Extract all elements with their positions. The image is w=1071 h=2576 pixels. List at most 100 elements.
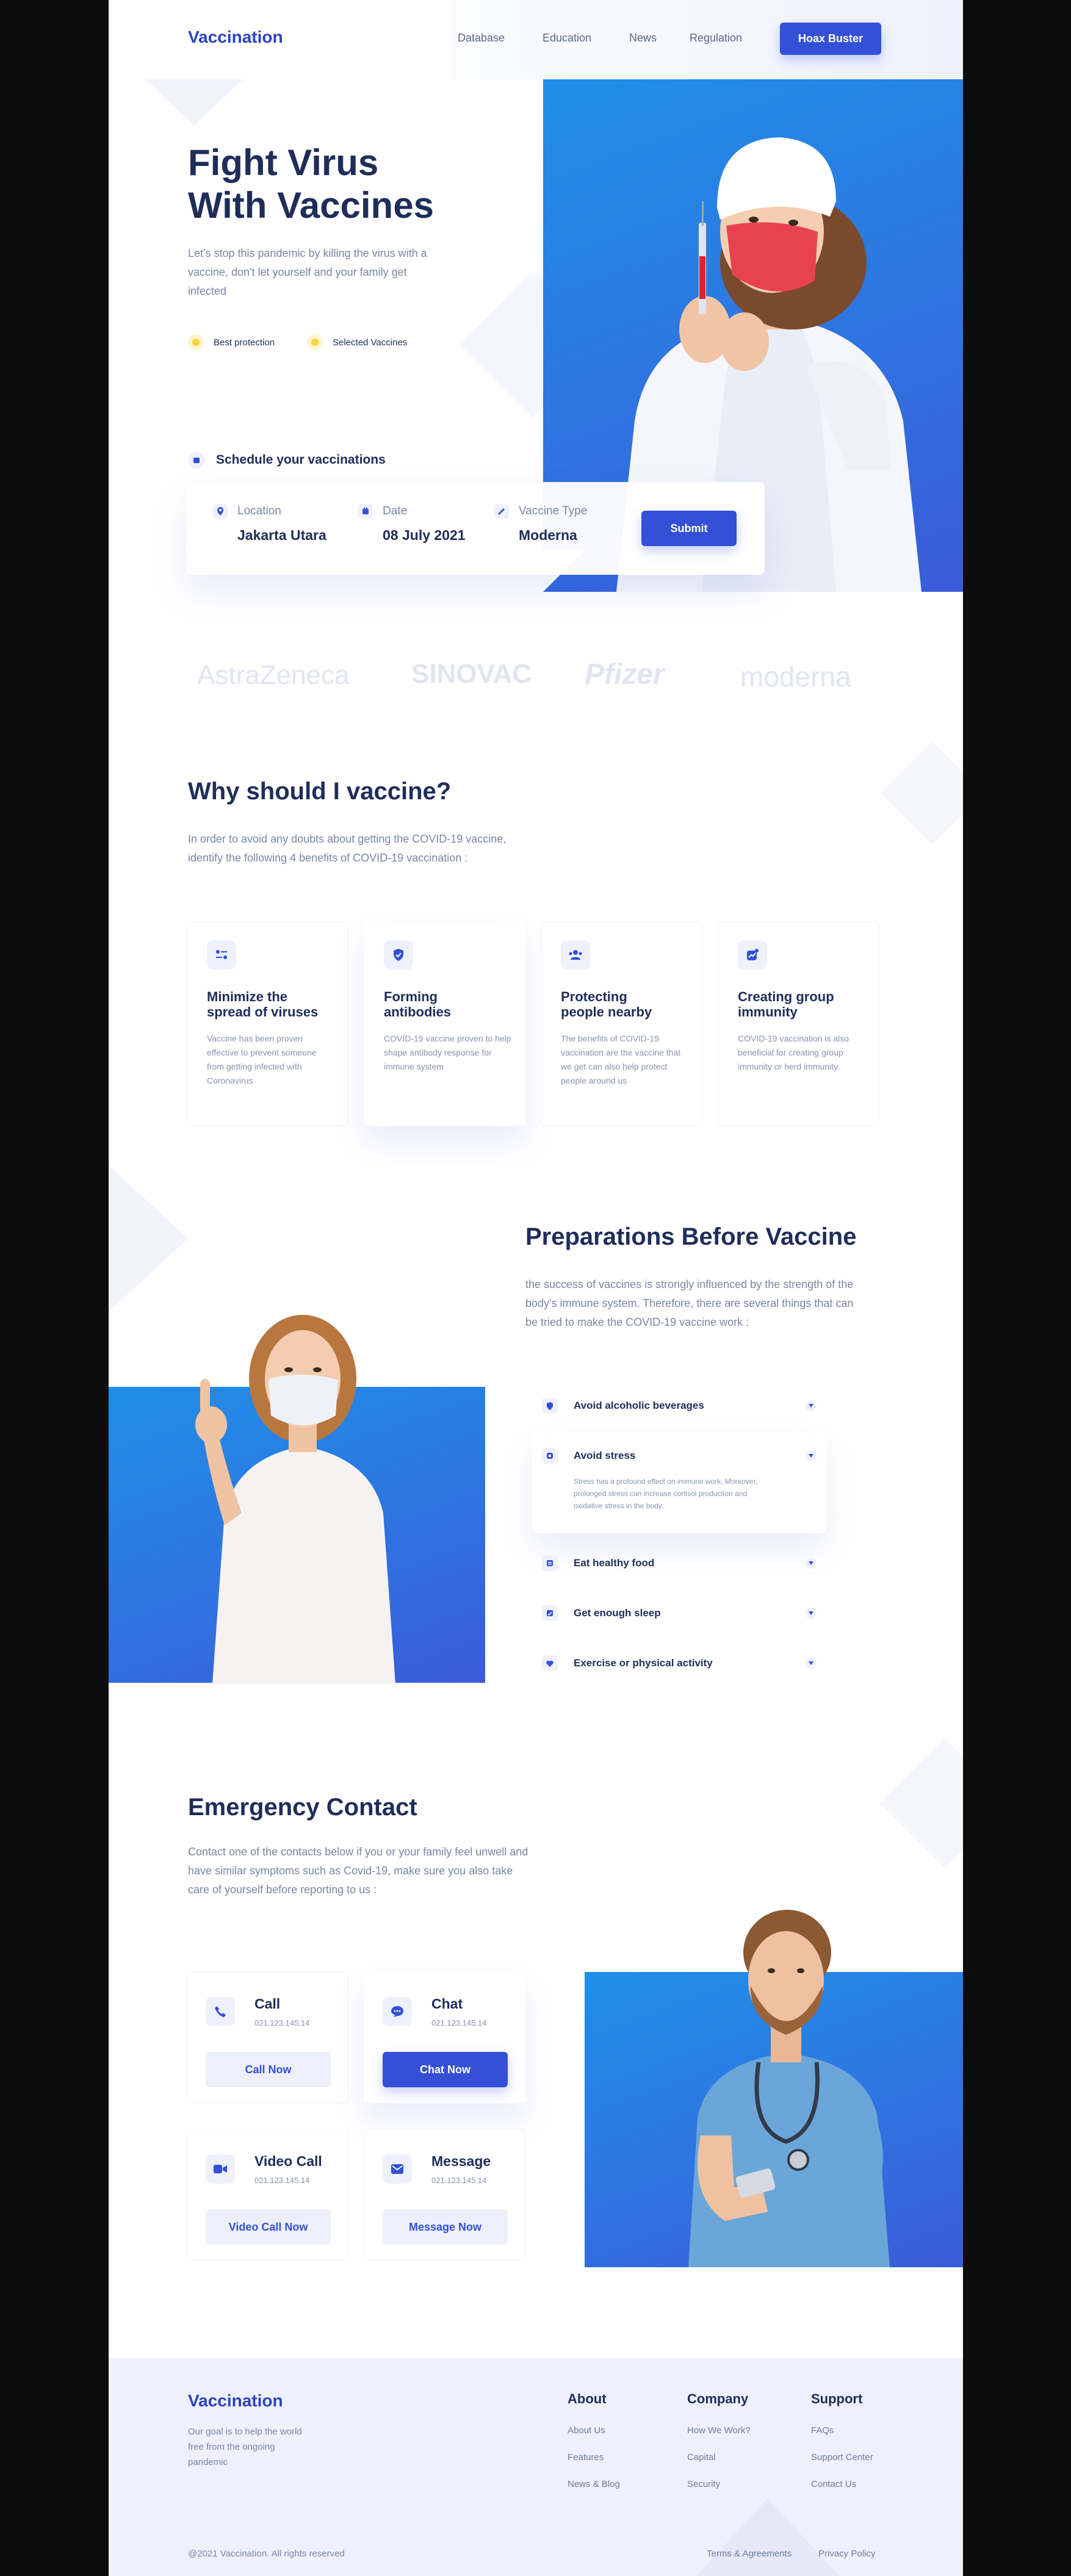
prep-description: the success of vaccines is strongly infl… <box>525 1278 854 1328</box>
shield-check-icon <box>384 940 413 970</box>
footer-link-news-blog[interactable]: News & Blog <box>568 2479 620 2489</box>
benefit-text: COVID-19 vaccination is also beneficial … <box>738 1034 849 1071</box>
footer-link-support-center[interactable]: Support Center <box>811 2452 873 2463</box>
badge-label: Best protection <box>214 337 275 348</box>
contact-card-message: Message 021.123.145.14 Message Now <box>364 2129 525 2261</box>
video-call-now-button[interactable]: Video Call Now <box>206 2209 331 2245</box>
prep-item-label: Exercise or physical activity <box>574 1657 713 1669</box>
emergency-description: Contact one of the contacts below if you… <box>188 1846 528 1896</box>
food-icon <box>542 1555 558 1571</box>
people-icon <box>561 940 590 970</box>
date-field[interactable]: Date 08 July 2021 <box>358 504 466 544</box>
chevron-up-icon[interactable] <box>806 1450 817 1461</box>
message-now-button[interactable]: Message Now <box>383 2209 508 2245</box>
footer-privacy-link[interactable]: Privacy Policy <box>818 2549 875 2559</box>
location-field[interactable]: Location Jakarta Utara <box>213 504 326 544</box>
emergency-doctor-figure <box>585 1879 963 2267</box>
footer-link-security[interactable]: Security <box>687 2479 720 2489</box>
prep-item-label: Avoid alcoholic beverages <box>574 1400 704 1411</box>
prep-item-sleep[interactable]: Get enough sleep <box>542 1596 817 1630</box>
heart-icon <box>542 1655 558 1671</box>
schedule-form: Location Jakarta Utara Date 08 July 2021… <box>186 482 765 575</box>
why-description: In order to avoid any doubts about getti… <box>188 833 507 864</box>
bed-icon <box>542 1605 558 1621</box>
hero-title-line1: Fight Virus <box>188 142 379 183</box>
vaccine-type-label: Vaccine Type <box>519 505 588 517</box>
nav-news[interactable]: News <box>629 32 657 45</box>
footer-link-features[interactable]: Features <box>568 2452 604 2463</box>
calendar-icon <box>358 504 373 519</box>
footer-link-capital[interactable]: Capital <box>687 2452 716 2463</box>
benefit-title: Minimize the spread of viruses <box>207 989 319 1020</box>
footer-terms-link[interactable]: Terms & Agreements <box>707 2549 792 2559</box>
schedule-heading: Schedule your vaccinations <box>188 452 386 469</box>
schedule-label: Schedule your vaccinations <box>216 453 386 467</box>
chevron-down-icon[interactable] <box>806 1608 817 1619</box>
phone-icon <box>206 1997 235 2026</box>
decor-triangle <box>145 79 243 126</box>
brand-astrazeneca-logo: AstraZeneca <box>197 660 350 690</box>
contact-title: Video Call <box>254 2153 322 2169</box>
chat-bubble-icon <box>383 1997 412 2026</box>
footer-tagline: Our goal is to help the world free from … <box>188 2427 302 2467</box>
brand-moderna-logo: moderna <box>740 661 851 693</box>
chevron-down-icon[interactable] <box>806 1400 817 1411</box>
chat-now-button[interactable]: Chat Now <box>383 2052 508 2087</box>
why-title: Why should I vaccine? <box>188 778 452 805</box>
footer-about-heading: About <box>568 2391 607 2406</box>
vaccine-type-field[interactable]: Vaccine Type Moderna <box>494 504 587 544</box>
prep-item-exercise[interactable]: Exercise or physical activity <box>542 1646 817 1680</box>
growth-chart-icon <box>738 940 767 970</box>
footer-brand[interactable]: Vaccination <box>188 2391 283 2411</box>
prep-title: Preparations Before Vaccine <box>525 1223 857 1250</box>
brand-pfizer-logo: Pfizer <box>585 658 665 691</box>
benefit-card: Minimize the spread of viruses Vaccine ha… <box>187 921 348 1126</box>
brand-sinovac-logo: SINOVAC <box>411 659 532 689</box>
location-pin-icon <box>213 504 228 519</box>
footer-link-how-we-work[interactable]: How We Work? <box>687 2425 751 2436</box>
contact-card-chat: Chat 021.123.145.14 Chat Now <box>364 1972 525 2103</box>
vaccine-type-value: Moderna <box>519 527 577 543</box>
footer-link-contact-us[interactable]: Contact Us <box>811 2479 856 2489</box>
contact-title: Call <box>254 1996 281 2012</box>
nav-education[interactable]: Education <box>543 32 591 45</box>
hero-description: Let's stop this pandemic by killing the … <box>188 247 427 297</box>
prep-item-food[interactable]: Eat healthy food <box>542 1546 817 1580</box>
benefit-title: Protecting people nearby <box>561 989 652 1020</box>
benefit-text: Vaccine has been proven effective to pre… <box>207 1034 317 1085</box>
benefit-card: Creating group immunity COVID-19 vaccinat… <box>718 921 879 1126</box>
footer-support-heading: Support <box>811 2391 863 2406</box>
chevron-down-icon[interactable] <box>806 1658 817 1669</box>
footer-company-heading: Company <box>687 2391 749 2406</box>
contact-number: 021.123.145.14 <box>431 2018 487 2027</box>
badge-selected-vaccines: Selected Vaccines <box>307 334 407 350</box>
location-label: Location <box>237 505 281 517</box>
benefit-card: Forming antibodies COVID-19 vaccine prove… <box>364 921 525 1126</box>
benefit-card: Protecting people nearby The benefits of … <box>541 921 702 1126</box>
footer-link-about-us[interactable]: About Us <box>568 2425 605 2436</box>
benefit-text: COVID-19 vaccine proven to help shape an… <box>384 1034 511 1071</box>
footer-link-faqs[interactable]: FAQs <box>811 2425 834 2436</box>
yellow-dot-icon <box>307 334 323 350</box>
decor-diamond <box>881 741 963 845</box>
nav-regulation[interactable]: Regulation <box>690 32 742 45</box>
calendar-icon <box>188 452 205 469</box>
prep-woman-figure <box>109 1293 485 1684</box>
chevron-down-icon[interactable] <box>806 1558 817 1569</box>
contact-card-call: Call 021.123.145.14 Call Now <box>187 1972 348 2103</box>
date-value: 08 July 2021 <box>383 527 466 543</box>
contact-number: 021.123.145.14 <box>431 2176 487 2185</box>
envelope-icon <box>383 2154 412 2184</box>
brand-logo[interactable]: Vaccination <box>188 27 283 47</box>
hoax-buster-button[interactable]: Hoax Buster <box>780 23 881 55</box>
contact-number: 021.123.145.14 <box>254 2018 310 2027</box>
yellow-dot-icon <box>188 334 204 350</box>
contact-card-video-call: Video Call 021.123.145.14 Video Call Now <box>187 2129 348 2261</box>
badge-label: Selected Vaccines <box>333 337 408 348</box>
prep-item-alcohol[interactable]: Avoid alcoholic beverages <box>542 1389 817 1423</box>
nav-database[interactable]: Database <box>458 32 505 45</box>
prep-item-stress[interactable]: Avoid stress <box>542 1439 817 1473</box>
adjust-icon <box>207 940 236 970</box>
call-now-button[interactable]: Call Now <box>206 2052 331 2087</box>
submit-button[interactable]: Submit <box>641 511 737 546</box>
